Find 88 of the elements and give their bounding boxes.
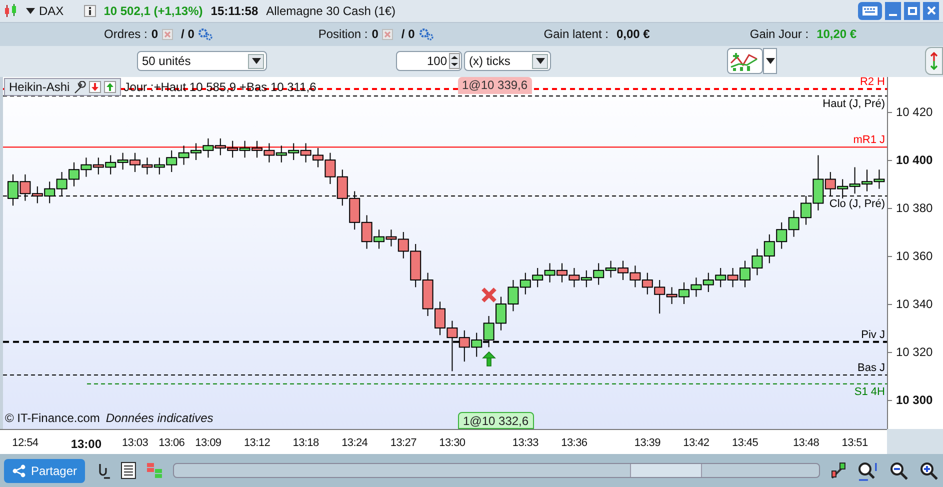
day-range-text: Jour :+Haut 10 585,9 +Bas 10 311,6 bbox=[124, 79, 316, 96]
level-label: Piv J bbox=[861, 329, 885, 342]
price-tick-label: 10 420 bbox=[896, 105, 933, 120]
summary-total: / 0 bbox=[401, 26, 415, 44]
time-tick-label: 13:00 bbox=[70, 436, 102, 454]
price-tick-label: 10 340 bbox=[896, 297, 933, 312]
time-tick-label: 13:24 bbox=[342, 436, 368, 452]
data-notice: Données indicatives bbox=[106, 410, 214, 428]
caret-icon bbox=[26, 8, 35, 14]
info-icon[interactable] bbox=[84, 4, 96, 17]
summary-count: 0 bbox=[372, 26, 378, 44]
indicators-button[interactable] bbox=[727, 48, 763, 74]
price-quote: 10 502,1 (+1,13%) bbox=[104, 2, 203, 20]
zoom-in-icon[interactable] bbox=[919, 460, 939, 481]
side-panel-tab[interactable] bbox=[925, 47, 943, 76]
level-label: Clo (J, Pré) bbox=[829, 198, 885, 210]
sell-marker-icon bbox=[481, 287, 497, 304]
spinner-icon[interactable] bbox=[449, 53, 460, 70]
copyright-text: © IT-Finance.com bbox=[5, 410, 100, 428]
level-label: Bas J bbox=[857, 362, 885, 374]
scroll-thumb[interactable] bbox=[630, 464, 702, 478]
maximize-button[interactable] bbox=[904, 2, 920, 20]
time-tick-label: 13:42 bbox=[683, 436, 710, 452]
price-tick-label: 10 380 bbox=[896, 201, 933, 216]
list-icon[interactable] bbox=[120, 462, 136, 480]
chart-style-label[interactable]: Heikin-Ashi bbox=[9, 78, 70, 96]
time-tick-label: 13:45 bbox=[732, 436, 758, 452]
distance-field[interactable]: 100 bbox=[396, 51, 462, 72]
unit-select[interactable]: (x) ticks bbox=[464, 51, 551, 72]
time-tick-label: 13:51 bbox=[842, 436, 868, 452]
zoom-fit-icon[interactable] bbox=[857, 460, 880, 481]
summary-label: Ordres : bbox=[104, 26, 148, 44]
summary-value: 0,00 € bbox=[616, 26, 650, 44]
close-icon bbox=[926, 6, 936, 16]
time-tick-label: 13:09 bbox=[195, 436, 222, 452]
time-tick-label: 13:48 bbox=[792, 436, 820, 452]
price-tick-label: 10 400 bbox=[896, 153, 933, 168]
zoom-out-icon[interactable] bbox=[889, 460, 910, 481]
summary-total: / 0 bbox=[181, 26, 194, 44]
wrench-icon[interactable] bbox=[72, 80, 86, 94]
price-tick-label: 10 300 bbox=[896, 393, 933, 408]
quantity-select[interactable]: 50 unités bbox=[137, 51, 267, 72]
price-tick-label: 10 320 bbox=[896, 345, 933, 360]
summary-count: 0 bbox=[151, 26, 158, 44]
time-tick-label: 13:12 bbox=[244, 436, 270, 452]
time-tick-label: 13:06 bbox=[158, 436, 185, 452]
up-arrow-icon[interactable] bbox=[104, 81, 116, 94]
level-label: S1 4H bbox=[854, 386, 885, 398]
level-label: R2 H bbox=[860, 76, 885, 88]
buy-arrow-icon bbox=[482, 352, 496, 367]
chart-tool-icon[interactable] bbox=[830, 462, 848, 480]
candlestick-icon bbox=[4, 4, 18, 18]
minimize-button[interactable] bbox=[885, 2, 901, 20]
summary-label: Position : bbox=[318, 26, 368, 44]
summary-label: Gain Jour : bbox=[750, 26, 809, 44]
caret-icon bbox=[766, 58, 774, 64]
time-tick-label: 12:54 bbox=[12, 436, 38, 452]
time-tick-label: 13:39 bbox=[634, 436, 660, 452]
quote-time: 15:11:58 bbox=[210, 2, 258, 20]
caret-icon bbox=[536, 58, 544, 64]
gears-icon[interactable] bbox=[198, 28, 214, 41]
keyboard-button[interactable] bbox=[858, 2, 882, 20]
keyboard-icon bbox=[862, 6, 878, 16]
chart-indicator-icon bbox=[730, 51, 760, 72]
time-tick-label: 13:36 bbox=[561, 436, 588, 452]
share-icon bbox=[12, 464, 26, 478]
swap-arrows-icon bbox=[929, 52, 939, 70]
time-tick-label: 13:27 bbox=[390, 436, 416, 452]
level-label: Haut (J, Pré) bbox=[822, 98, 885, 110]
gears-icon[interactable] bbox=[418, 28, 434, 41]
time-tick-label: 13:30 bbox=[439, 436, 466, 452]
price-tick-label: 10 360 bbox=[896, 249, 933, 264]
sell-order-tag: 1@10 339,6 bbox=[458, 77, 532, 94]
time-tick-label: 13:33 bbox=[512, 436, 538, 452]
close-button[interactable] bbox=[923, 2, 939, 20]
time-tick-label: 13:18 bbox=[292, 436, 319, 452]
instrument-title: Allemagne 30 Cash (1€) bbox=[266, 2, 396, 20]
summary-label: Gain latent : bbox=[544, 26, 608, 44]
down-arrow-icon[interactable] bbox=[88, 81, 101, 94]
time-tick-label: 13:03 bbox=[122, 436, 148, 452]
scrollbar[interactable] bbox=[172, 463, 820, 478]
buy-order-tag: 1@10 332,6 bbox=[458, 412, 534, 430]
instrument-name[interactable]: DAX bbox=[39, 2, 64, 20]
summary-value: 10,20 € bbox=[816, 26, 857, 44]
indicators-menu-button[interactable] bbox=[763, 48, 777, 74]
level-label: mR1 J bbox=[853, 134, 885, 146]
caret-icon bbox=[252, 58, 260, 64]
share-button[interactable]: Partager bbox=[4, 458, 86, 483]
